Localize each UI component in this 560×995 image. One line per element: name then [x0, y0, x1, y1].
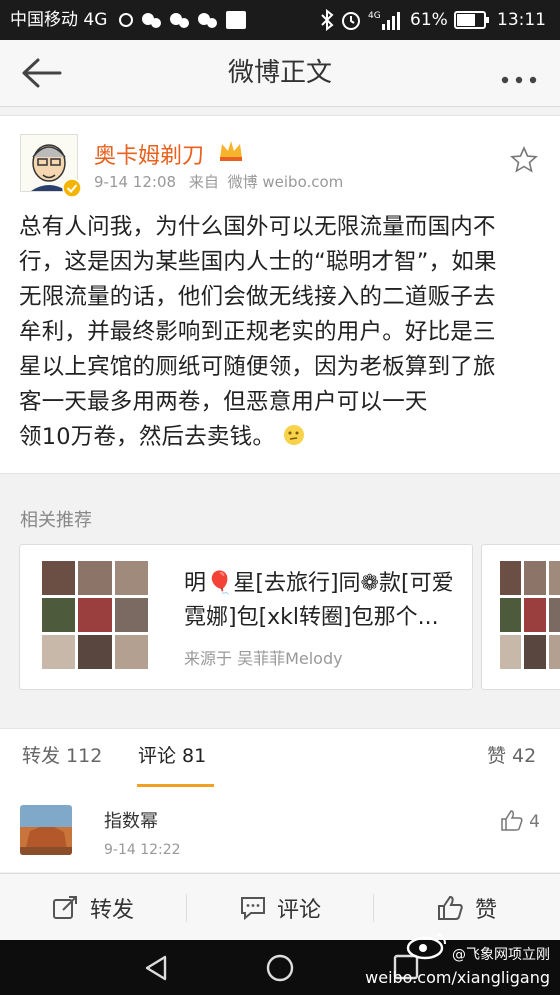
signal-icon: 4G — [368, 8, 402, 36]
post-date: 9-14 12:08 — [94, 173, 177, 191]
post-line: 总有人问我，为什么国外可以无限流量而国内不 — [19, 214, 496, 240]
related-card-next[interactable] — [481, 544, 560, 690]
alarm-icon — [340, 9, 362, 35]
tab-comments[interactable]: 评论 81 — [138, 741, 206, 768]
clock: 13:11 — [497, 10, 546, 30]
watermark-handle: @飞象网项立刚 — [452, 947, 550, 963]
repost-button[interactable]: 转发 — [0, 874, 186, 941]
related-source: 来源于 吴菲菲Melody — [184, 649, 343, 668]
related-title-line: 明🎈星[去旅行]同❁款[可爱 — [184, 571, 454, 596]
related-title: 明🎈星[去旅行]同❁款[可爱 霓娜]包[xkl转圈]包那个... — [184, 567, 474, 635]
post-line: 星以上宾馆的厕纸可随便领，因为老板算到了旅 — [19, 354, 496, 380]
post-line: 客一天最多用两卷，但恶意用户可以一天 — [19, 389, 428, 415]
weibo-logo-icon — [405, 928, 451, 964]
nav-home-icon[interactable] — [265, 953, 295, 987]
battery-percent: 61% — [410, 10, 448, 30]
related-title-line: 霓娜]包[xkl转圈]包那个... — [184, 605, 439, 630]
thumbs-up-icon — [437, 895, 463, 920]
verified-badge-icon — [62, 178, 82, 202]
comment-like-count: 4 — [529, 812, 540, 832]
system-nav-bar: @飞象网项立刚 weibo.com/xiangligang — [0, 933, 560, 995]
author-name[interactable]: 奥卡姆剃刀 — [94, 138, 204, 170]
notification-icons-svg — [119, 11, 246, 29]
interaction-tabs: 转发 112 评论 81 赞 42 — [0, 728, 560, 788]
post-line: 领10万卷，然后去卖钱。 — [19, 424, 276, 450]
repost-label: 转发 — [89, 897, 134, 923]
comment-like[interactable]: 4 — [500, 809, 540, 832]
related-section-label: 相关推荐 — [20, 510, 92, 531]
post-line: 无限流量的话，他们会做无线接入的二道贩子去 — [19, 284, 496, 310]
like-button[interactable]: 赞 — [374, 874, 560, 941]
watermark-url: weibo.com/xiangligang — [365, 968, 550, 987]
comment-button[interactable]: 评论 — [187, 874, 373, 941]
more-dots-icon[interactable] — [500, 70, 540, 89]
thumbs-up-icon — [501, 810, 523, 831]
page-title: 微博正文 — [227, 58, 332, 88]
carrier-label: 中国移动 4G — [10, 10, 108, 30]
post-line: 行，这是因为某些国内人士的“聪明才智”，如果 — [19, 249, 497, 275]
thinking-emoji-icon — [282, 423, 306, 458]
comment-time: 9-14 12:22 — [104, 842, 181, 858]
comment-icon — [240, 896, 265, 920]
commenter-avatar[interactable] — [20, 805, 72, 855]
like-label: 赞 — [474, 897, 497, 923]
tab-likes[interactable]: 赞 42 — [487, 741, 536, 768]
comment-label: 评论 — [276, 897, 321, 923]
commenter-name[interactable]: 指数幂 — [104, 807, 158, 833]
action-toolbar: 转发 评论 赞 — [0, 873, 560, 941]
battery-icon — [454, 11, 490, 33]
svg-text:4G: 4G — [368, 11, 381, 21]
related-thumbnail — [42, 561, 148, 669]
repost-icon — [52, 895, 77, 919]
source-prefix: 来自 — [188, 173, 219, 191]
tab-reposts[interactable]: 转发 112 — [22, 741, 102, 768]
post-line-last: 领10万卷，然后去卖钱。 — [19, 420, 549, 458]
post-line: 牟利，并最终影响到正规老实的用户。好比是三 — [19, 319, 496, 345]
status-bar: 中国移动 4G 4G 61% 13:11 — [0, 0, 560, 40]
vip-crown-icon — [218, 138, 244, 166]
post-card: 奥卡姆剃刀 9-14 12:08 来自 微博 weibo.com 总有人问我，为… — [0, 115, 560, 474]
top-nav-bar: 微博正文 — [0, 40, 560, 107]
favorite-star-icon[interactable] — [510, 146, 538, 178]
nav-back-icon[interactable] — [143, 954, 169, 986]
bluetooth-icon — [318, 8, 336, 35]
comment-item: 指数幂 9-14 12:22 4 — [0, 787, 560, 872]
related-card[interactable]: 明🎈星[去旅行]同❁款[可爱 霓娜]包[xkl转圈]包那个... 来源于 吴菲菲… — [19, 544, 473, 690]
post-meta: 9-14 12:08 来自 微博 weibo.com — [94, 171, 343, 192]
post-source[interactable]: 微博 weibo.com — [228, 173, 344, 191]
related-thumbnail-next — [500, 561, 560, 669]
post-body: 总有人问我，为什么国外可以无限流量而国内不 行，这是因为某些国内人士的“聪明才智… — [19, 210, 549, 458]
